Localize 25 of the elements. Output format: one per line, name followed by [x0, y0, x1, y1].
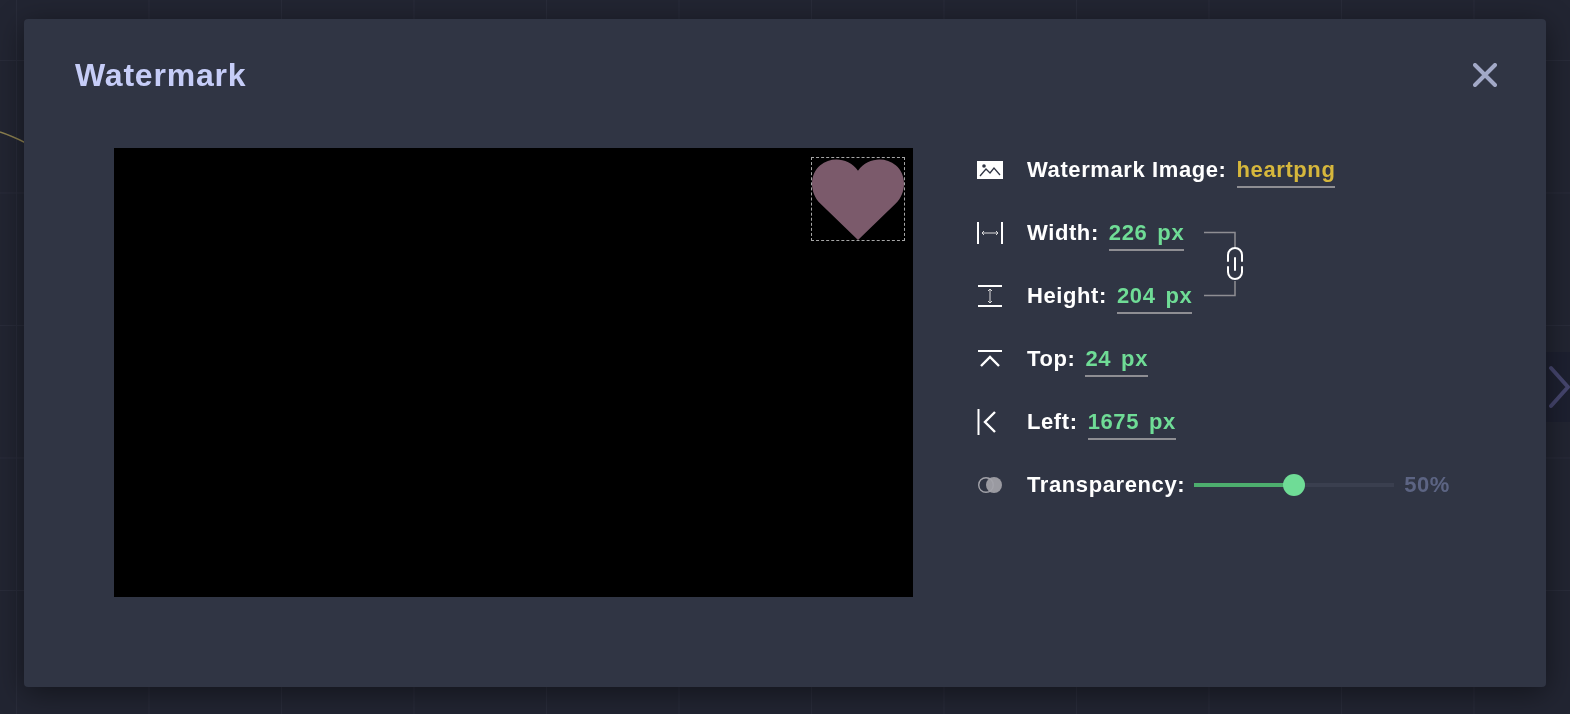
connector-line: [0, 131, 26, 145]
dialog-title: Watermark: [75, 56, 247, 95]
align-top-icon: [977, 349, 1003, 368]
heart-watermark[interactable]: [811, 157, 905, 241]
field-label: Width:: [1027, 221, 1099, 247]
field-label: Watermark Image:: [1027, 158, 1227, 184]
number-field[interactable]: 1675 px: [1087, 410, 1176, 440]
bracket-line: [1204, 280, 1237, 297]
bracket-line: [1204, 231, 1237, 248]
field-label: Top:: [1027, 347, 1076, 373]
field-label: Transparency:: [1027, 473, 1186, 499]
align-left-icon: [977, 408, 997, 435]
slider-thumb[interactable]: [1283, 473, 1306, 496]
link-icon[interactable]: [1227, 247, 1244, 280]
number-field[interactable]: 24 px: [1085, 347, 1148, 377]
file-field[interactable]: heartpng: [1236, 158, 1336, 188]
overlap-circles-icon: [977, 475, 1003, 494]
number-field[interactable]: 226 px: [1108, 221, 1185, 251]
image-icon: [977, 160, 1003, 179]
slider-value: 50%: [1404, 473, 1451, 499]
field-label: Left:: [1027, 410, 1078, 436]
number-field[interactable]: 204 px: [1116, 284, 1193, 314]
field-label: Height:: [1027, 284, 1107, 310]
close-button[interactable]: [1473, 63, 1497, 87]
close-icon: [1473, 63, 1497, 87]
